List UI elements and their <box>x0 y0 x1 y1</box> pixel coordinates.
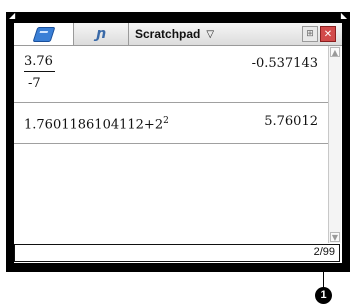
window-controls: ⊞ ✕ <box>302 26 336 42</box>
document-icon[interactable]: ⊞ <box>302 26 318 42</box>
entry-line-input[interactable]: 2/99 <box>14 244 340 262</box>
expression-base: 1.7601186104112+2 <box>24 117 164 133</box>
tab-graphs[interactable]: ɲ <box>74 23 129 45</box>
device-frame: ◢ ◣ ɲ Scratchpad ▽ ⊞ ✕ 3.76 -7 -0.537143… <box>6 11 350 272</box>
tab-bar: ɲ Scratchpad ▽ ⊞ ✕ <box>14 23 342 46</box>
history-expression: 1.7601186104112+22 <box>24 116 169 132</box>
tab-calculator[interactable] <box>14 23 74 45</box>
fraction-expression: 3.76 -7 <box>24 54 55 91</box>
graph-icon: ɲ <box>96 26 106 42</box>
history-result: -0.537143 <box>251 56 318 71</box>
fraction-numerator: 3.76 <box>24 54 55 72</box>
corner-mark-left: ◢ <box>9 11 16 20</box>
close-icon[interactable]: ✕ <box>320 26 336 42</box>
history-result: 5.76012 <box>264 114 318 129</box>
scroll-down-icon[interactable]: ▼ <box>330 232 340 242</box>
history-entry[interactable]: 1.7601186104112+22 5.76012 <box>14 103 328 144</box>
scrollbar[interactable]: ▲ ▼ <box>328 46 341 243</box>
history-area: 3.76 -7 -0.537143 1.7601186104112+22 5.7… <box>14 46 328 244</box>
chevron-down-icon[interactable]: ▽ <box>206 29 214 40</box>
calculator-icon <box>32 26 55 42</box>
expression-exponent: 2 <box>163 116 169 126</box>
tab-scratchpad[interactable]: Scratchpad ▽ <box>129 23 233 45</box>
callout-badge: 1 <box>315 287 332 304</box>
fraction-denominator: -7 <box>28 76 41 91</box>
scratchpad-label: Scratchpad <box>135 27 201 41</box>
corner-mark-right: ◣ <box>340 11 347 20</box>
scroll-up-icon[interactable]: ▲ <box>330 47 340 57</box>
history-entry[interactable]: 3.76 -7 -0.537143 <box>14 46 328 103</box>
calculator-screen: ɲ Scratchpad ▽ ⊞ ✕ 3.76 -7 -0.537143 1.7… <box>14 23 342 263</box>
page-count: 2/99 <box>313 246 335 258</box>
